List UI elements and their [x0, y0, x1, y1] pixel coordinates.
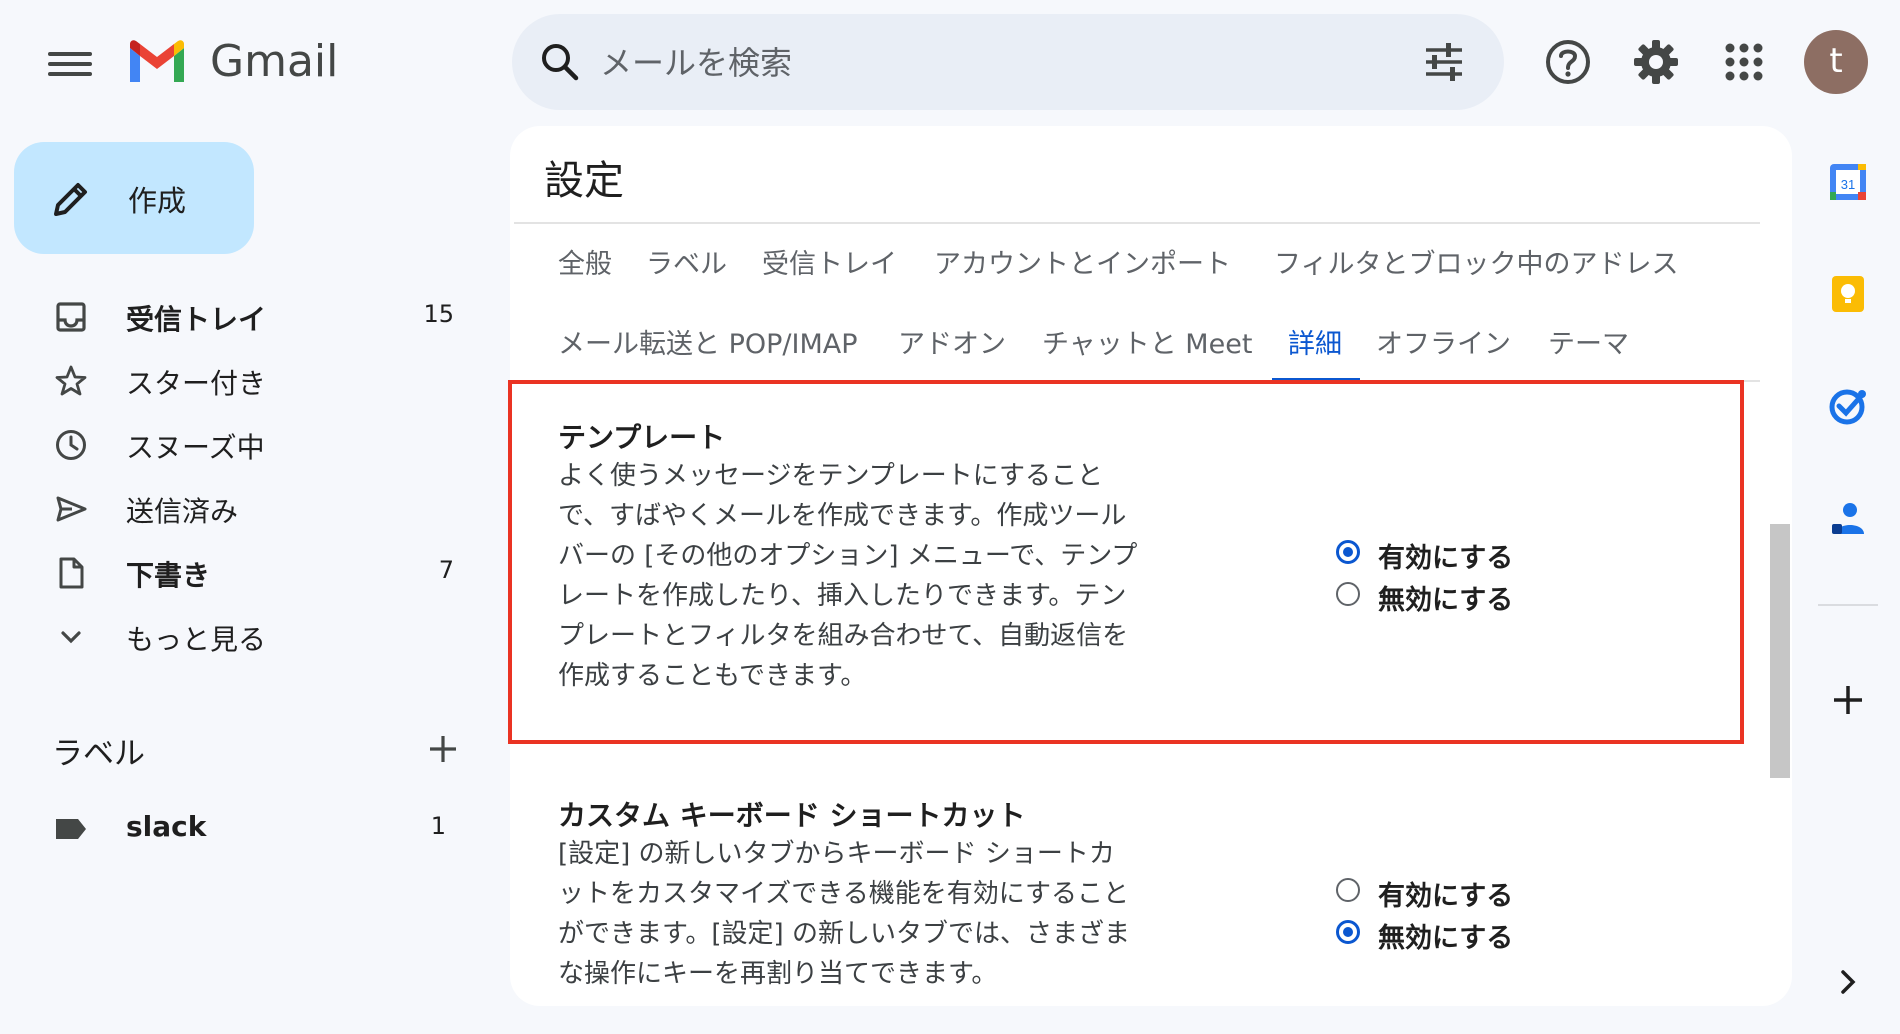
sidebar-item-label: スヌーズ中	[126, 431, 265, 464]
divider	[514, 222, 1760, 224]
gear-icon[interactable]	[1630, 36, 1682, 88]
sidebar-item-snoozed[interactable]: スヌーズ中	[0, 414, 490, 476]
apps-grid-icon[interactable]	[1718, 36, 1770, 88]
label-tag-icon	[56, 819, 86, 839]
radio-label: 無効にする	[1378, 585, 1514, 616]
app-name: Gmail	[210, 36, 339, 87]
help-icon[interactable]	[1542, 36, 1594, 88]
tab-themes[interactable]: テーマ	[1548, 322, 1629, 361]
sidebar-item-label: もっと見る	[126, 623, 267, 656]
inbox-icon	[56, 302, 86, 332]
unread-count: 15	[423, 300, 454, 328]
tab-accounts-import[interactable]: アカウントとインポート	[934, 242, 1231, 281]
tab-general[interactable]: 全般	[558, 242, 612, 281]
sidebar-item-label: 受信トレイ	[126, 303, 267, 336]
search-icon[interactable]	[536, 38, 584, 86]
main-menu-button[interactable]	[48, 46, 92, 78]
plus-icon[interactable]	[1828, 680, 1868, 720]
sidebar-item-drafts[interactable]: 下書き 7	[0, 542, 490, 604]
tab-filters-blocked[interactable]: フィルタとブロック中のアドレス	[1274, 242, 1678, 281]
sidebar-item-label: スター付き	[126, 367, 267, 400]
star-icon	[55, 365, 87, 396]
sidebar-item-label-slack[interactable]: slack 1	[0, 798, 490, 860]
chevron-right-icon[interactable]	[1828, 962, 1868, 1002]
chevron-down-icon	[61, 631, 81, 644]
tab-inbox[interactable]: 受信トレイ	[762, 242, 897, 281]
search-bar	[512, 14, 1504, 110]
tab-addons[interactable]: アドオン	[898, 322, 1006, 361]
pencil-icon	[54, 183, 87, 216]
sidebar-item-label: 送信済み	[126, 495, 239, 528]
send-icon	[56, 496, 87, 522]
sidebar-item-sent[interactable]: 送信済み	[0, 478, 490, 540]
sidebar-item-starred[interactable]: スター付き	[0, 350, 490, 412]
tab-forwarding-pop-imap[interactable]: メール転送と POP/IMAP	[558, 322, 858, 361]
sidebar-item-inbox[interactable]: 受信トレイ 15	[0, 286, 490, 348]
clock-icon	[56, 430, 86, 460]
scrollbar[interactable]	[1770, 524, 1790, 778]
radio-label: 有効にする	[1378, 543, 1514, 574]
sidebar-item-more[interactable]: もっと見る	[0, 606, 490, 668]
compose-label: 作成	[128, 184, 187, 218]
draft-count: 7	[438, 556, 454, 584]
label-name: slack	[126, 810, 207, 843]
templates-enable-radio[interactable]	[1336, 540, 1360, 564]
svg-text:31: 31	[1841, 177, 1855, 192]
contacts-icon[interactable]	[1828, 498, 1868, 538]
tab-chat-meet[interactable]: チャットと Meet	[1042, 322, 1252, 361]
divider	[1818, 604, 1878, 606]
shortcuts-disable-radio[interactable]	[1336, 920, 1360, 944]
add-label-icon[interactable]	[426, 732, 460, 766]
tab-advanced[interactable]: 詳細	[1288, 322, 1342, 361]
tab-offline[interactable]: オフライン	[1376, 322, 1511, 361]
tasks-icon[interactable]	[1828, 386, 1868, 426]
search-options-icon[interactable]	[1420, 38, 1468, 86]
account-avatar[interactable]: t	[1804, 30, 1868, 94]
keyboard-shortcuts-title: カスタム キーボード ショートカット	[558, 799, 1026, 832]
divider	[514, 380, 1760, 382]
templates-disable-radio[interactable]	[1336, 582, 1360, 606]
radio-label: 無効にする	[1378, 923, 1514, 954]
gmail-logo-icon	[130, 40, 184, 82]
radio-label: 有効にする	[1378, 881, 1514, 912]
templates-description: よく使うメッセージをテンプレートにすること で、すばやくメールを作成できます。作…	[558, 461, 1138, 691]
keep-icon[interactable]	[1828, 274, 1868, 314]
settings-panel: 設定 全般 ラベル 受信トレイ アカウントとインポート フィルタとブロック中のア…	[510, 126, 1792, 1006]
keyboard-shortcuts-description: [設定] の新しいタブからキーボード ショートカ ットをカスタマイズできる機能を…	[558, 839, 1130, 989]
labels-heading: ラベル	[52, 736, 145, 772]
label-count: 1	[430, 812, 446, 840]
calendar-icon[interactable]: 31	[1828, 162, 1868, 202]
shortcuts-enable-radio[interactable]	[1336, 878, 1360, 902]
search-input[interactable]	[598, 32, 1402, 94]
tab-labels[interactable]: ラベル	[646, 242, 727, 281]
page-title: 設定	[544, 158, 624, 204]
draft-icon	[59, 557, 84, 589]
sidebar-item-label: 下書き	[126, 559, 211, 592]
active-tab-indicator	[1272, 378, 1360, 382]
compose-button[interactable]: 作成	[14, 142, 254, 254]
templates-title: テンプレート	[558, 421, 726, 454]
